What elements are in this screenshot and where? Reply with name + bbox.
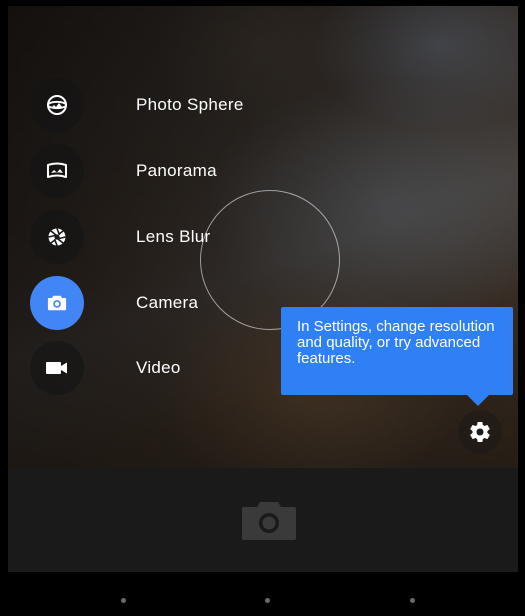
camera-screen: Photo Sphere Panorama Lens Blur Camera V… [0,0,525,616]
camera-icon [47,295,67,311]
lens-blur-icon [48,228,66,246]
mode-label: Photo Sphere [136,95,244,114]
camera-icon-wrap [30,276,84,330]
mode-item-photo-sphere[interactable]: Photo Sphere [30,78,330,132]
settings-tooltip[interactable]: In Settings, change resolution and quali… [281,307,513,395]
shutter-button[interactable] [240,498,298,542]
lens-blur-icon-wrap [30,210,84,264]
camera-shutter-icon [242,502,296,540]
panorama-icon [47,162,67,178]
photo-sphere-icon-wrap [30,78,84,132]
tooltip-text: In Settings, change resolution and quali… [297,318,495,367]
nav-recents-dot[interactable] [410,598,415,603]
panorama-icon-wrap [30,144,84,198]
settings-button[interactable] [458,410,502,454]
video-icon [46,362,67,374]
video-icon-wrap [30,341,84,395]
mode-item-panorama[interactable]: Panorama [30,144,330,198]
photo-sphere-icon [47,95,67,115]
mode-label: Camera [136,293,199,312]
mode-label: Video [136,358,181,377]
mode-label: Lens Blur [136,227,211,246]
mode-label: Panorama [136,161,217,180]
control-bar [8,468,518,572]
mode-item-lens-blur[interactable]: Lens Blur [30,210,330,264]
tooltip-arrow [466,394,490,406]
nav-home-dot[interactable] [265,598,270,603]
nav-back-dot[interactable] [121,598,126,603]
gear-icon [470,422,490,443]
navigation-bar [8,572,518,616]
